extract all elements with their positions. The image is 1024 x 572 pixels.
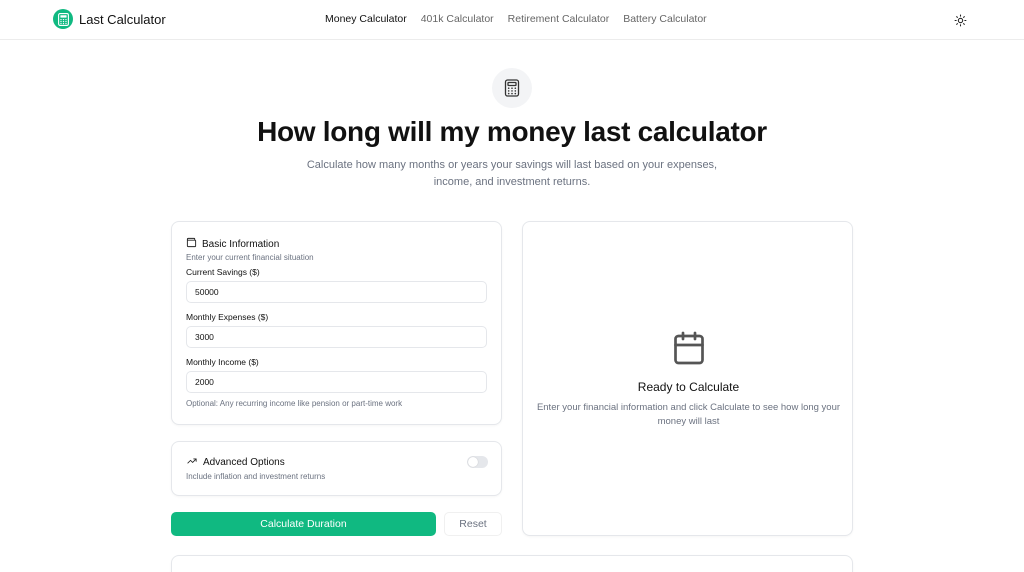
top-header: Last Calculator Money Calculator 401k Ca… <box>0 0 1024 40</box>
current-savings-input[interactable] <box>186 281 487 303</box>
result-description: Enter your financial information and cli… <box>536 402 841 427</box>
sun-icon[interactable] <box>951 11 969 29</box>
page-title: How long will my money last calculator <box>257 116 767 147</box>
advanced-options-title: Advanced Options <box>203 457 285 468</box>
current-savings-label: Current Savings ($) <box>186 267 260 277</box>
nav-retirement-calculator[interactable]: Retirement Calculator <box>508 13 610 25</box>
results-details-card <box>171 555 853 572</box>
advanced-options-card: Advanced Options Include inflation and i… <box>171 441 502 496</box>
brand[interactable]: Last Calculator <box>53 9 166 29</box>
calculator-icon <box>492 68 532 108</box>
calculate-duration-button[interactable]: Calculate Duration <box>171 512 436 536</box>
monthly-income-label: Monthly Income ($) <box>186 357 259 367</box>
basic-information-description: Enter your current financial situation <box>186 253 314 262</box>
basic-information-header: Basic Information <box>186 237 279 251</box>
calculator-icon <box>53 9 73 29</box>
wallet-icon <box>186 237 197 251</box>
basic-information-card: Basic Information Enter your current fin… <box>171 221 502 425</box>
advanced-options-header: Advanced Options <box>186 456 285 469</box>
trending-up-icon <box>186 456 198 469</box>
nav-401k-calculator[interactable]: 401k Calculator <box>421 13 494 25</box>
basic-information-title: Basic Information <box>202 238 280 250</box>
nav-money-calculator[interactable]: Money Calculator <box>325 13 407 25</box>
monthly-income-input[interactable] <box>186 371 487 393</box>
page-subtitle: Calculate how many months or years your … <box>306 159 718 188</box>
nav-battery-calculator[interactable]: Battery Calculator <box>623 13 706 25</box>
monthly-expenses-input[interactable] <box>186 326 487 348</box>
brand-name: Last Calculator <box>79 11 166 27</box>
reset-button[interactable]: Reset <box>444 512 502 536</box>
monthly-expenses-label: Monthly Expenses ($) <box>186 312 269 322</box>
monthly-income-hint: Optional: Any recurring income like pens… <box>186 399 403 408</box>
result-title: Ready to Calculate <box>637 380 740 394</box>
result-card: Ready to Calculate Enter your financial … <box>522 221 853 536</box>
toggle-knob <box>468 457 478 467</box>
advanced-options-description: Include inflation and investment returns <box>186 472 326 481</box>
main-nav: Money Calculator 401k Calculator Retirem… <box>325 13 707 25</box>
calendar-icon <box>671 330 707 366</box>
advanced-options-toggle[interactable] <box>467 456 488 468</box>
